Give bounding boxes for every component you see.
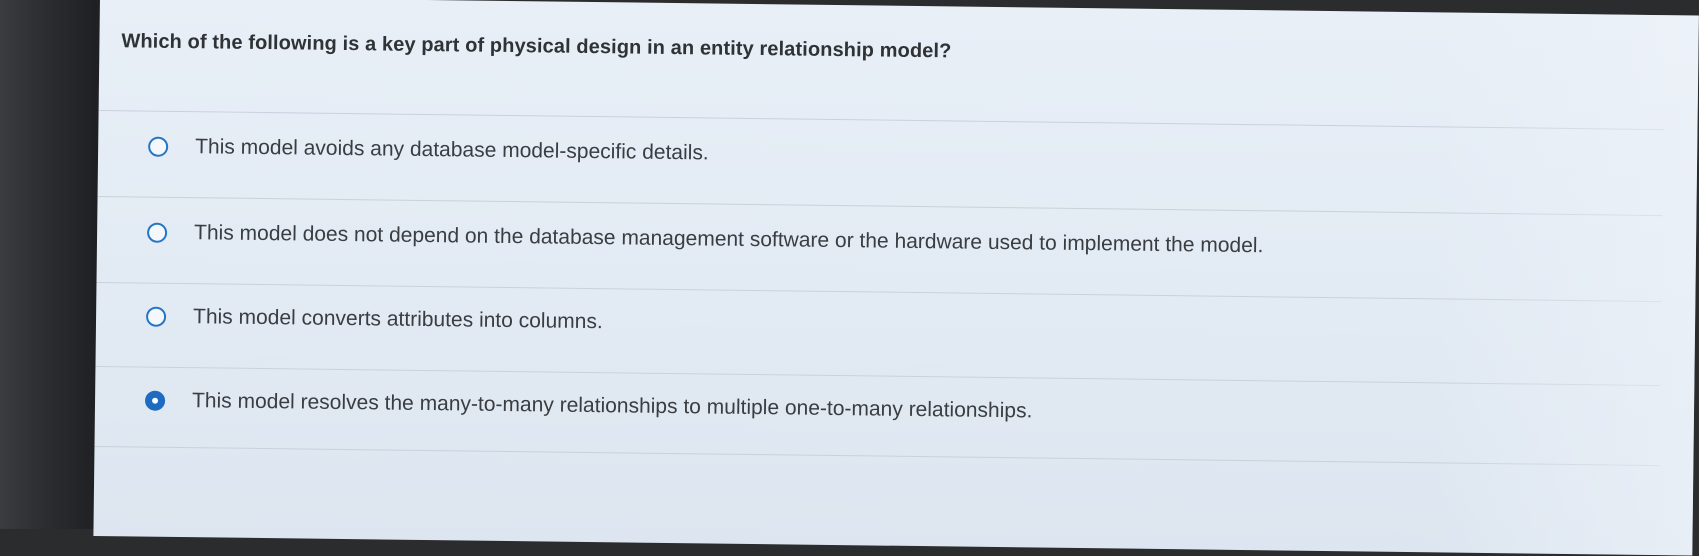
radio-unselected-icon[interactable] bbox=[146, 222, 168, 243]
answer-option-2[interactable]: This model does not depend on the databa… bbox=[146, 213, 1264, 267]
answer-option-3[interactable]: This model converts attributes into colu… bbox=[145, 297, 603, 343]
answer-label-3: This model converts attributes into colu… bbox=[192, 305, 603, 334]
radio-unselected-icon[interactable] bbox=[148, 136, 169, 157]
divider bbox=[97, 195, 1663, 217]
quiz-panel: Which of the following is a key part of … bbox=[93, 0, 1699, 556]
answer-option-1[interactable]: This model avoids any database model-spe… bbox=[148, 127, 709, 174]
answer-label-4: This model resolves the many-to-many rel… bbox=[191, 389, 1033, 423]
divider bbox=[94, 445, 1660, 467]
question-text: Which of the following is a key part of … bbox=[121, 30, 952, 63]
answer-label-1: This model avoids any database model-spe… bbox=[195, 135, 709, 165]
radio-selected-icon[interactable] bbox=[144, 390, 166, 411]
divider bbox=[98, 109, 1664, 131]
answer-label-2: This model does not depend on the databa… bbox=[193, 221, 1264, 258]
radio-unselected-icon[interactable] bbox=[145, 306, 167, 327]
answer-option-4[interactable]: This model resolves the many-to-many rel… bbox=[144, 381, 1033, 432]
